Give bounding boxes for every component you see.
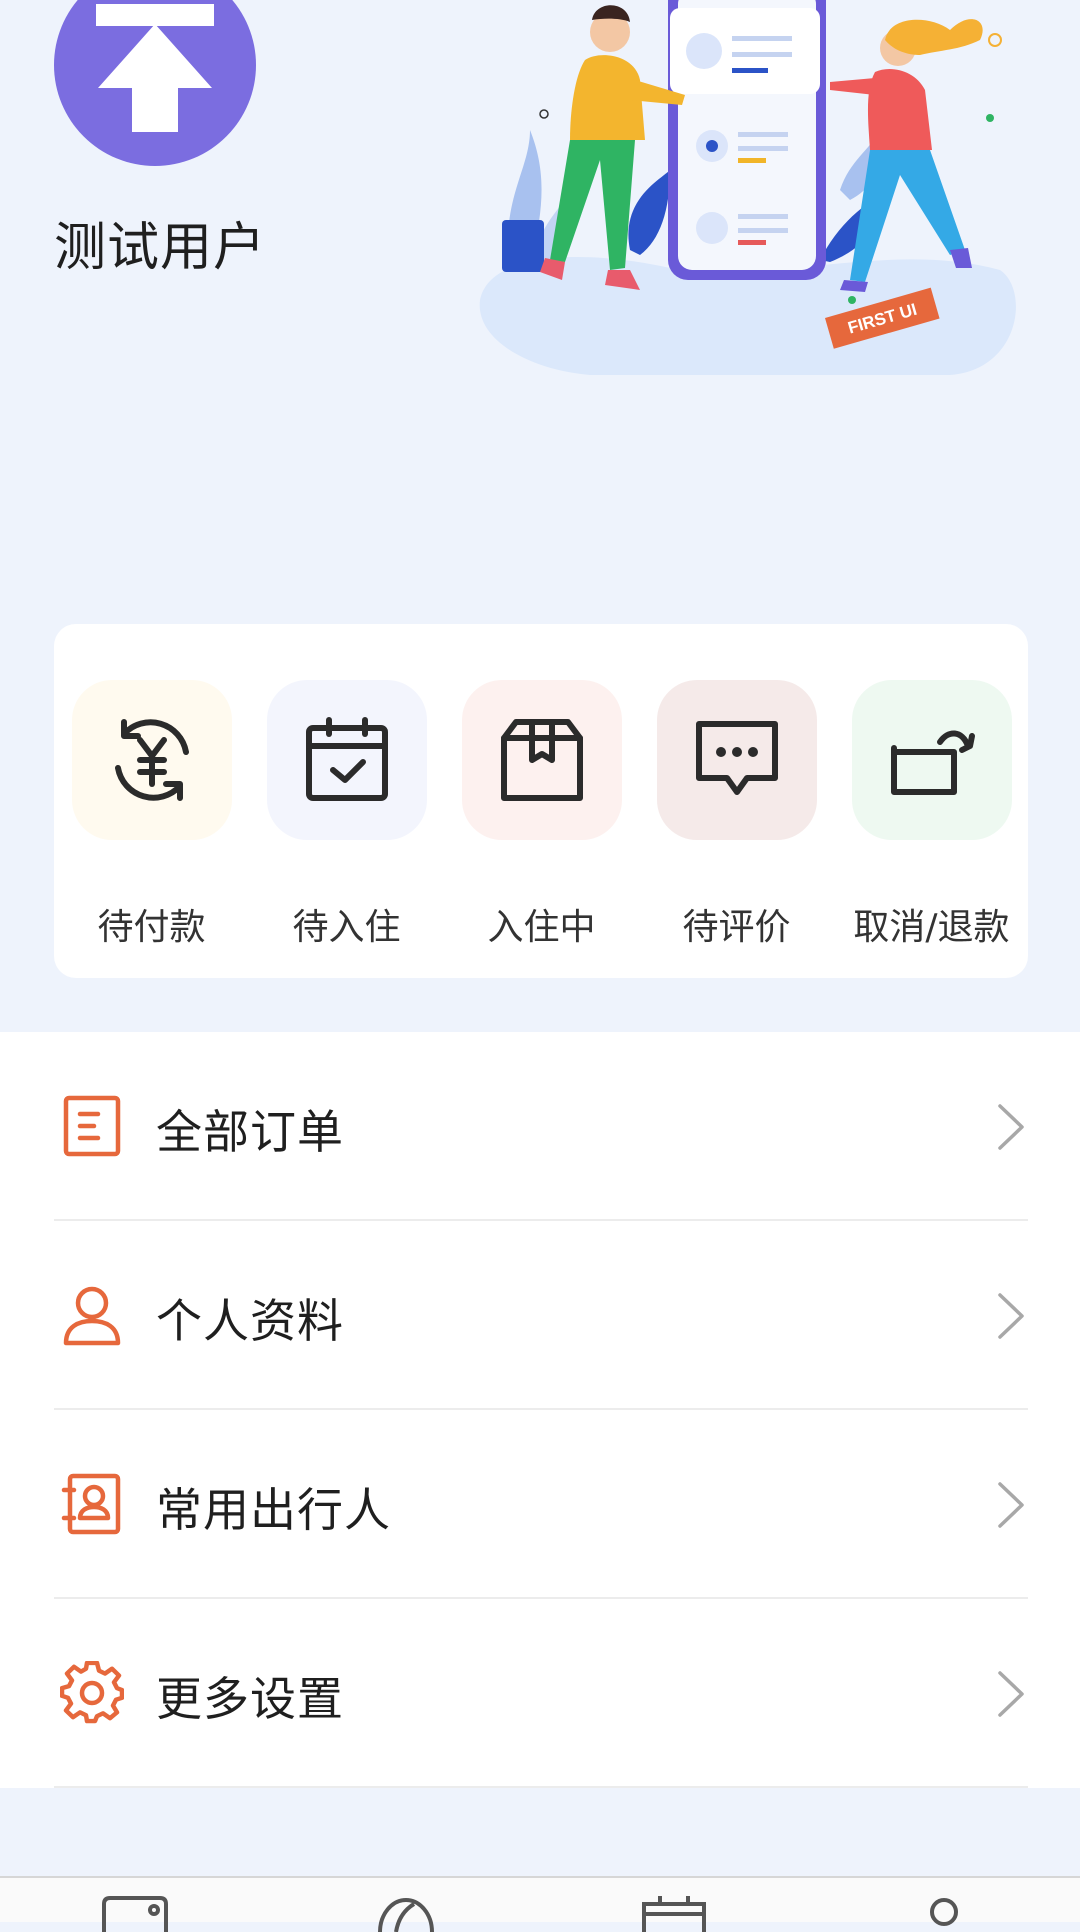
comment-dots-icon: [696, 721, 778, 795]
menu-item-label: 更多设置: [156, 1672, 344, 1726]
menu-item-label: 常用出行人: [156, 1483, 391, 1537]
order-icon-box: [72, 680, 232, 840]
chevron-right-icon: [998, 1293, 1024, 1339]
order-icon-box: [657, 680, 817, 840]
discover-icon[interactable]: [366, 1892, 446, 1932]
order-status-checked-in[interactable]: 入住中: [444, 680, 639, 948]
upload-arrow-icon: [96, 4, 214, 132]
avatar[interactable]: [54, 0, 256, 166]
profile-icon[interactable]: [904, 1892, 984, 1932]
bottom-tab-bar: [0, 1876, 1080, 1932]
order-status-card: 待付款 待入住 入住中 待评价 取消/退款: [54, 624, 1028, 978]
order-status-awaiting-checkin[interactable]: 待入住: [249, 680, 444, 948]
user-icon: [63, 1286, 121, 1346]
contact-book-icon: [61, 1473, 121, 1535]
order-status-label: 入住中: [487, 907, 596, 948]
order-status-label: 待入住: [292, 907, 401, 948]
order-icon-box: [267, 680, 427, 840]
calendar-check-icon: [306, 717, 388, 801]
menu-item-label: 全部订单: [156, 1105, 344, 1159]
order-status-label: 取消/退款: [853, 907, 1010, 948]
chevron-right-icon: [998, 1482, 1024, 1528]
return-arrow-icon: [891, 730, 975, 795]
menu-item-frequent-travelers[interactable]: 常用出行人: [54, 1410, 1028, 1599]
menu-item-profile[interactable]: 个人资料: [54, 1221, 1028, 1410]
menu-item-more-settings[interactable]: 更多设置: [54, 1599, 1028, 1788]
order-icon-box: [852, 680, 1012, 840]
order-icon-box: [462, 680, 622, 840]
wallet-icon[interactable]: [96, 1892, 176, 1932]
document-list-icon: [63, 1095, 121, 1157]
order-status-to-review[interactable]: 待评价: [639, 680, 834, 948]
calendar-icon[interactable]: [634, 1892, 714, 1932]
username: 测试用户: [54, 218, 267, 278]
settings-menu: 全部订单 个人资料 常用出行人 更多设置: [0, 1032, 1080, 1788]
order-status-label: 待付款: [97, 907, 206, 948]
yuan-refresh-icon: [115, 719, 189, 801]
menu-item-label: 个人资料: [156, 1294, 344, 1348]
order-status-pending-payment[interactable]: 待付款: [54, 680, 249, 948]
chevron-right-icon: [998, 1671, 1024, 1717]
order-status-cancel-refund[interactable]: 取消/退款: [834, 680, 1029, 948]
menu-item-all-orders[interactable]: 全部订单: [54, 1032, 1028, 1221]
profile-header: 测试用户 FIRST UI: [0, 0, 1080, 622]
chevron-right-icon: [998, 1104, 1024, 1150]
order-status-label: 待评价: [682, 907, 791, 948]
gear-icon: [60, 1661, 124, 1724]
divider: [54, 1786, 1028, 1788]
package-box-icon: [501, 719, 583, 801]
illustration: FIRST UI: [479, 0, 1016, 375]
